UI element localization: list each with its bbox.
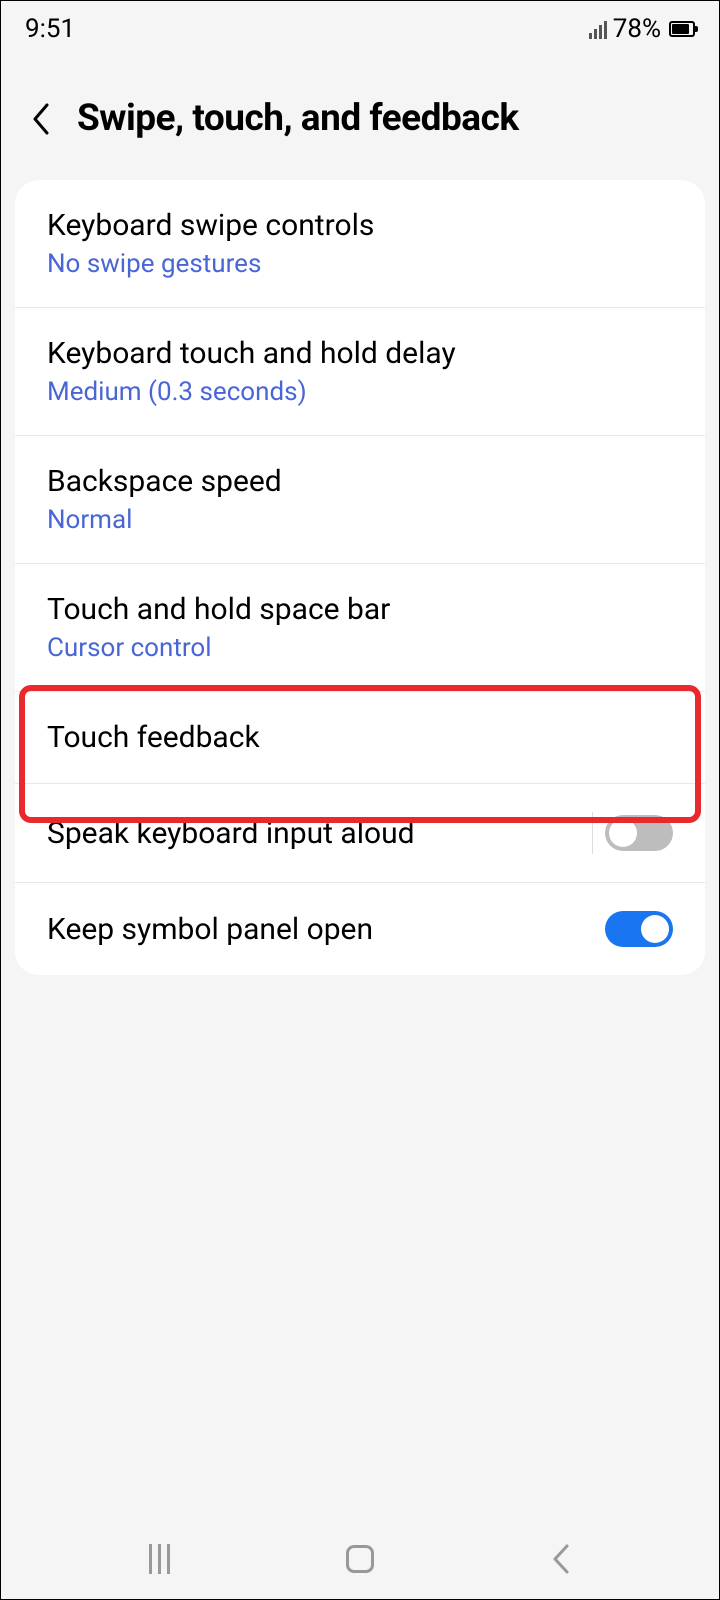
setting-value: No swipe gestures [47,249,673,279]
setting-value: Cursor control [47,633,673,663]
battery-icon [669,21,695,37]
setting-keyboard-swipe-controls[interactable]: Keyboard swipe controls No swipe gesture… [15,180,705,308]
setting-keyboard-touch-hold-delay[interactable]: Keyboard touch and hold delay Medium (0.… [15,308,705,436]
status-time: 9:51 [25,14,75,44]
toggle-divider [592,812,593,854]
settings-list: Keyboard swipe controls No swipe gesture… [15,180,705,975]
setting-speak-keyboard-input[interactable]: Speak keyboard input aloud [15,784,705,883]
page-header: Swipe, touch, and feedback [1,57,719,180]
status-bar: 9:51 78% [1,1,719,57]
back-button[interactable] [25,103,57,135]
page-title: Swipe, touch, and feedback [77,97,519,140]
setting-value: Normal [47,505,673,535]
signal-icon [589,19,607,39]
toggle-keep-symbol-panel[interactable] [605,911,673,947]
setting-title: Touch feedback [47,720,673,755]
nav-recent-button[interactable] [149,1544,170,1574]
setting-touch-feedback[interactable]: Touch feedback [15,692,705,784]
setting-keep-symbol-panel-open[interactable]: Keep symbol panel open [15,883,705,975]
nav-home-button[interactable] [346,1545,374,1573]
toggle-speak-keyboard[interactable] [605,815,673,851]
setting-value: Medium (0.3 seconds) [47,377,673,407]
navigation-bar [1,1519,719,1599]
chevron-left-icon [31,103,51,135]
setting-title: Keyboard swipe controls [47,208,673,243]
status-right: 78% [589,14,695,44]
setting-title: Keep symbol panel open [47,912,605,947]
setting-title: Speak keyboard input aloud [47,816,592,851]
nav-back-button[interactable] [551,1544,571,1574]
chevron-left-icon [551,1544,571,1574]
battery-percentage: 78% [613,14,661,44]
setting-title: Touch and hold space bar [47,592,673,627]
setting-backspace-speed[interactable]: Backspace speed Normal [15,436,705,564]
setting-touch-hold-space-bar[interactable]: Touch and hold space bar Cursor control [15,564,705,692]
setting-title: Backspace speed [47,464,673,499]
setting-title: Keyboard touch and hold delay [47,336,673,371]
